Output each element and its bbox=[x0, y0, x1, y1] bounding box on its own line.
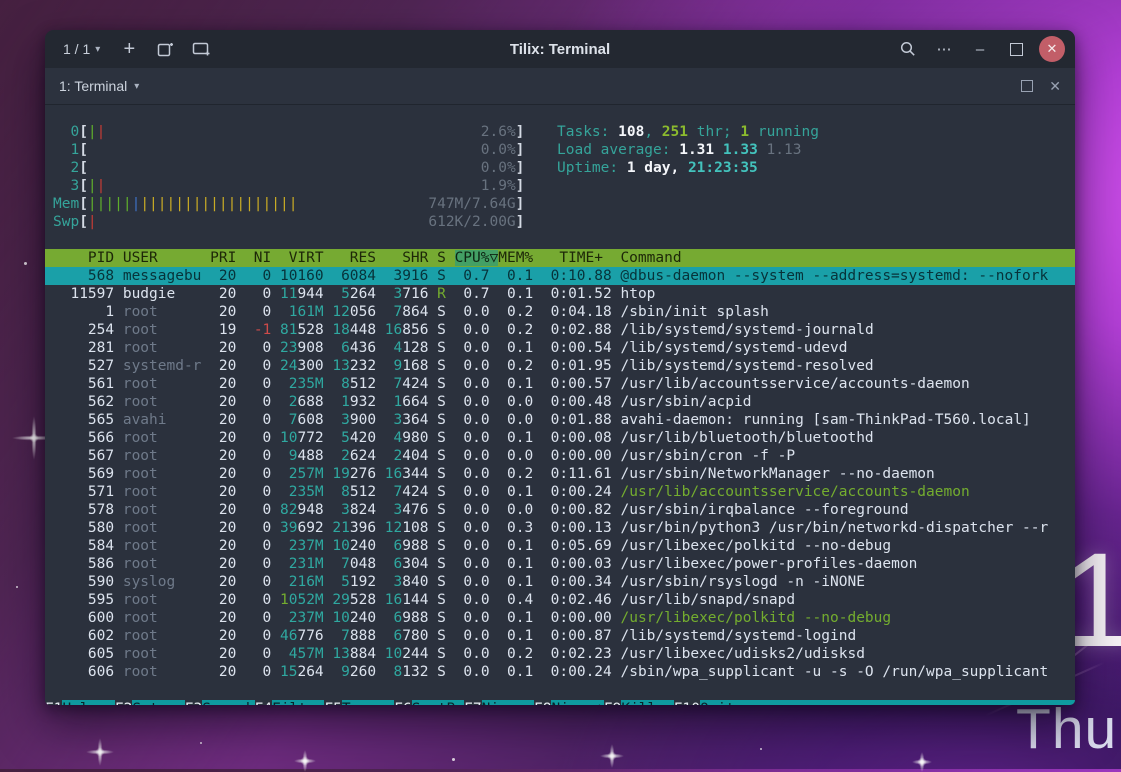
chevron-down-icon: ▾ bbox=[95, 44, 100, 55]
process-row[interactable]: 571 root 20 0 235M 8512 7424 S 0.0 0.1 0… bbox=[45, 483, 1075, 501]
process-row[interactable]: 567 root 20 0 9488 2624 2404 S 0.0 0.0 0… bbox=[45, 447, 1075, 465]
star-sparkle bbox=[600, 744, 624, 768]
process-row[interactable]: 590 syslog 20 0 216M 5192 3840 S 0.0 0.1… bbox=[45, 573, 1075, 591]
star-dot bbox=[760, 748, 762, 750]
star-dot bbox=[16, 586, 18, 588]
maximize-icon bbox=[1010, 43, 1023, 56]
close-icon: ✕ bbox=[1049, 78, 1061, 94]
process-row[interactable]: 595 root 20 0 1052M 29528 16144 S 0.0 0.… bbox=[45, 591, 1075, 609]
fkey-F7[interactable]: F7Nice - bbox=[464, 700, 534, 705]
process-row[interactable]: 11597 budgie 20 0 11944 5264 3716 R 0.7 … bbox=[45, 285, 1075, 303]
plus-icon: + bbox=[123, 38, 135, 61]
fkey-F6[interactable]: F6SortBy bbox=[394, 700, 464, 705]
process-row[interactable]: 606 root 20 0 15264 9260 8132 S 0.0 0.1 … bbox=[45, 663, 1075, 681]
fkey-bar: F1Help F2Setup F3SearchF4FilterF5Tree F6… bbox=[45, 700, 1075, 705]
star-dot bbox=[24, 262, 27, 265]
star-sparkle bbox=[912, 752, 932, 772]
fkey-F3[interactable]: F3Search bbox=[185, 700, 255, 705]
menu-button[interactable]: ⋯ bbox=[931, 36, 957, 62]
process-row[interactable]: 566 root 20 0 10772 5420 4980 S 0.0 0.1 … bbox=[45, 429, 1075, 447]
process-row[interactable]: 580 root 20 0 39692 21396 12108 S 0.0 0.… bbox=[45, 519, 1075, 537]
close-window-button[interactable]: ✕ bbox=[1039, 36, 1065, 62]
process-row[interactable]: 527 systemd-r 20 0 24300 13232 9168 S 0.… bbox=[45, 357, 1075, 375]
header-row[interactable]: PID USER PRI NI VIRT RES SHR S CPU%▽MEM%… bbox=[45, 249, 1075, 267]
process-row[interactable]: 605 root 20 0 457M 13884 10244 S 0.0 0.2… bbox=[45, 645, 1075, 663]
process-row[interactable]: 584 root 20 0 237M 10240 6988 S 0.0 0.1 … bbox=[45, 537, 1075, 555]
terminal-screen[interactable]: 0[||2.6%] 1[0.0%] 2[0.0%] 3[||1.9%]Mem[|… bbox=[45, 105, 1075, 705]
add-terminal-down-icon bbox=[192, 42, 211, 57]
blank-line bbox=[45, 231, 1075, 249]
session-indicator-label: 1 / 1 bbox=[63, 41, 90, 57]
titlebar: 1 / 1 ▾ + Tilix: Terminal bbox=[45, 30, 1075, 68]
process-row[interactable]: 1 root 20 0 161M 12056 7864 S 0.0 0.2 0:… bbox=[45, 303, 1075, 321]
fkey-F4[interactable]: F4Filter bbox=[255, 700, 325, 705]
process-row[interactable]: 586 root 20 0 231M 7048 6304 S 0.0 0.1 0… bbox=[45, 555, 1075, 573]
minimize-icon: – bbox=[976, 41, 984, 58]
summary-line: Tasks: 108, 251 thr; 1 running bbox=[557, 123, 819, 141]
maximize-pane-button[interactable] bbox=[1021, 80, 1033, 92]
split-terminal-right-button[interactable] bbox=[150, 36, 180, 62]
summary-line: Uptime: 1 day, 21:23:35 bbox=[557, 159, 819, 177]
close-pane-button[interactable]: ✕ bbox=[1049, 78, 1061, 95]
process-row[interactable]: 562 root 20 0 2688 1932 1664 S 0.0 0.0 0… bbox=[45, 393, 1075, 411]
process-row[interactable]: 561 root 20 0 235M 8512 7424 S 0.0 0.1 0… bbox=[45, 375, 1075, 393]
process-row[interactable]: 281 root 20 0 23908 6436 4128 S 0.0 0.1 … bbox=[45, 339, 1075, 357]
process-table: PID USER PRI NI VIRT RES SHR S CPU%▽MEM%… bbox=[45, 249, 1075, 681]
process-row[interactable]: 602 root 20 0 46776 7888 6780 S 0.0 0.1 … bbox=[45, 627, 1075, 645]
tab-label: 1: Terminal bbox=[59, 78, 127, 94]
star-sparkle bbox=[86, 738, 114, 766]
process-row[interactable]: 600 root 20 0 237M 10240 6988 S 0.0 0.1 … bbox=[45, 609, 1075, 627]
ellipsis-icon: ⋯ bbox=[937, 40, 952, 58]
star-dot bbox=[200, 742, 202, 744]
process-row[interactable]: 565 avahi 20 0 7608 3900 3364 S 0.0 0.0 … bbox=[45, 411, 1075, 429]
wallpaper-day-text: Thursd bbox=[1016, 696, 1121, 762]
summary: Tasks: 108, 251 thr; 1 runningLoad avera… bbox=[557, 123, 819, 177]
fkey-F10[interactable]: F10Quit bbox=[674, 700, 1075, 705]
fkey-F5[interactable]: F5Tree bbox=[324, 700, 394, 705]
new-session-button[interactable]: + bbox=[114, 36, 144, 62]
cpu3-meter: 3[||1.9%] bbox=[53, 177, 1075, 195]
process-row[interactable]: 578 root 20 0 82948 3824 3476 S 0.0 0.0 … bbox=[45, 501, 1075, 519]
process-row[interactable]: 254 root 19 -1 81528 18448 16856 S 0.0 0… bbox=[45, 321, 1075, 339]
cursor-row[interactable]: 568 messagebu 20 0 10160 6084 3916 S 0.7… bbox=[45, 267, 1075, 285]
add-terminal-right-icon bbox=[157, 41, 174, 58]
minimize-button[interactable]: – bbox=[967, 36, 993, 62]
tab-bar: 1: Terminal ▾ ✕ bbox=[45, 68, 1075, 105]
search-icon bbox=[900, 41, 916, 57]
maximize-button[interactable] bbox=[1003, 36, 1029, 62]
session-switcher[interactable]: 1 / 1 ▾ bbox=[55, 38, 108, 60]
split-terminal-down-button[interactable] bbox=[186, 36, 216, 62]
fkey-F9[interactable]: F9Kill bbox=[604, 700, 674, 705]
fkey-F1[interactable]: F1Help bbox=[45, 700, 115, 705]
process-row[interactable]: 569 root 20 0 257M 19276 16344 S 0.0 0.2… bbox=[45, 465, 1075, 483]
star-dot bbox=[452, 758, 455, 761]
chevron-down-icon: ▾ bbox=[134, 81, 139, 92]
swp-meter: Swp[|612K/2.00G] bbox=[53, 213, 1075, 231]
tab-terminal-1[interactable]: 1: Terminal ▾ bbox=[59, 78, 139, 94]
search-button[interactable] bbox=[895, 36, 921, 62]
summary-line: Load average: 1.31 1.33 1.13 bbox=[557, 141, 819, 159]
fkey-F8[interactable]: F8Nice + bbox=[534, 700, 604, 705]
mem-meter: Mem[||||||||||||||||||||||||747M/7.64G] bbox=[53, 195, 1075, 213]
desktop: { "window": { "titlebar": { "session_ind… bbox=[0, 0, 1121, 769]
tilix-window: 1 / 1 ▾ + Tilix: Terminal bbox=[45, 30, 1075, 705]
close-icon: ✕ bbox=[1047, 41, 1058, 57]
fkey-F2[interactable]: F2Setup bbox=[115, 700, 185, 705]
